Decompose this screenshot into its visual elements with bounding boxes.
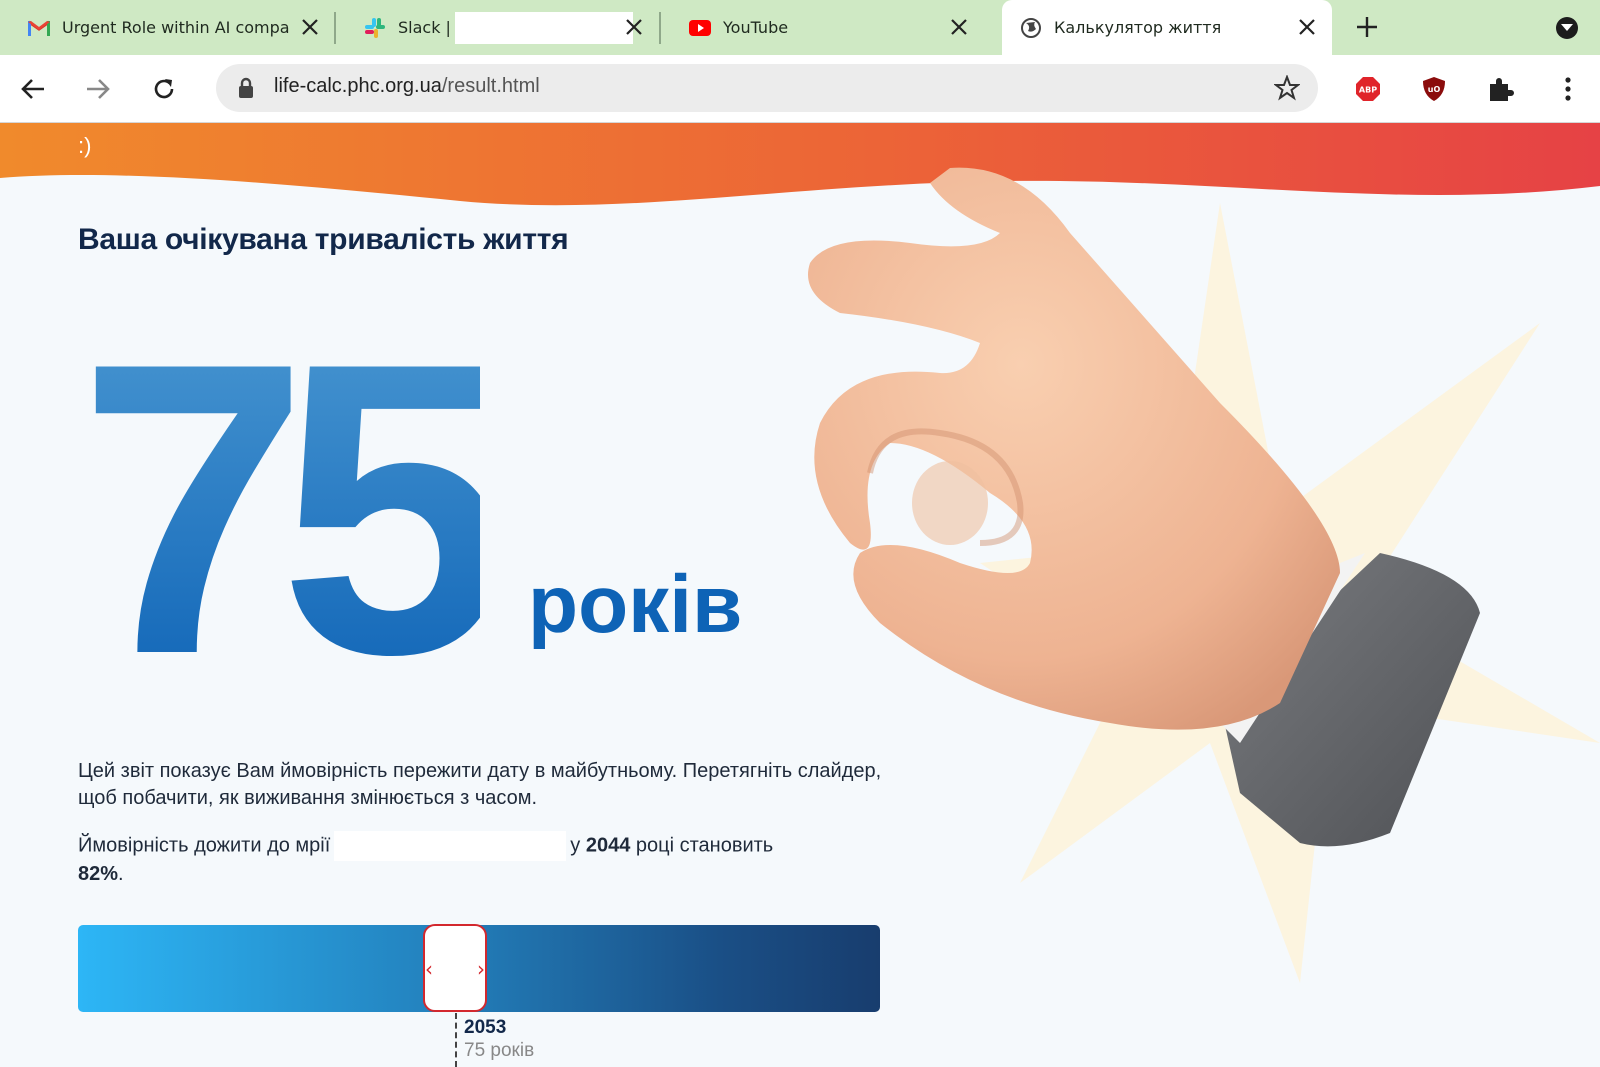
redacted-block [334,831,567,861]
gmail-icon [28,17,50,39]
tab-title: Slack | [398,18,451,37]
slider-handle[interactable]: ‹ › [423,924,487,1012]
globe-icon [1020,17,1042,39]
probability-suffix: році становить [635,834,774,857]
bookmark-star-icon[interactable] [1274,75,1300,101]
tab-title: Urgent Role within AI company [62,18,290,37]
tab-life-calculator[interactable]: Калькулятор життя [1002,0,1332,55]
reload-icon [154,79,174,99]
close-tab-icon[interactable] [1294,14,1320,40]
browser-menu-button[interactable] [1554,75,1582,103]
more-vert-icon [1565,77,1571,101]
address-bar[interactable]: life-calc.phc.org.ua/result.html [216,64,1318,112]
marker-age: 75 років [464,1040,535,1061]
redacted-block [454,11,633,44]
probability-year: 2044 [585,834,631,857]
chevron-left-icon: ‹ [425,957,433,981]
probability-percent: 82% [78,863,119,885]
close-tab-icon[interactable] [621,14,647,40]
tab-title: Калькулятор життя [1054,18,1222,37]
probability-prefix: Ймовірність дожити до мрії [78,834,331,857]
report-description: Цей звіт показує Вам ймовірність пережит… [78,760,882,809]
survival-slider[interactable]: ‹ › [78,924,880,1012]
ublock-origin-icon[interactable]: uO [1420,75,1448,103]
probability-statement: Ймовірність дожити до мрії у 2044 році ст… [78,831,898,888]
page-content: :) Ваша очікувана тривалість життя 75 ро… [0,123,1600,1067]
back-button[interactable] [13,69,53,109]
url-domain: life-calc.phc.org.ua [274,75,442,97]
tab-strip: Urgent Role within AI company Slack | Yo… [0,0,1600,55]
reload-button[interactable] [144,69,184,109]
svg-text:uO: uO [1428,85,1441,94]
banner-smiley: :) [78,133,92,158]
years-label: років [528,559,743,650]
probability-end: . [118,863,124,885]
new-tab-button[interactable] [1352,12,1382,42]
probability-middle: у [570,834,581,857]
browser-toolbar: life-calc.phc.org.ua/result.html ABP uO [0,55,1600,123]
life-expectancy-number: 75 [78,276,510,740]
marker-year: 2053 [464,1017,507,1038]
chevron-down-icon [1561,24,1573,31]
svg-text:ABP: ABP [1359,86,1377,95]
life-expectancy-marker [455,1013,457,1067]
extensions-icon[interactable] [1486,75,1514,103]
tab-youtube[interactable]: YouTube [661,0,984,55]
page-heading: Ваша очікувана тривалість життя [78,223,569,256]
tab-search-button[interactable] [1556,17,1578,39]
arrow-right-icon [87,79,110,99]
arrow-left-icon [21,79,44,99]
forward-button[interactable] [78,69,118,109]
ok-hand-illustration [808,167,1480,847]
url-text[interactable]: life-calc.phc.org.ua/result.html [274,75,540,98]
tab-slack[interactable]: Slack | [336,0,659,55]
close-tab-icon[interactable] [946,14,972,40]
chevron-right-icon: › [477,957,485,981]
slack-icon [364,17,386,39]
tab-gmail[interactable]: Urgent Role within AI company [0,0,335,55]
tab-title: YouTube [723,18,789,37]
adblock-plus-icon[interactable]: ABP [1354,75,1382,103]
lock-icon[interactable] [236,77,256,99]
youtube-icon [689,17,711,39]
close-tab-icon[interactable] [297,14,323,40]
url-path: /result.html [441,75,540,97]
